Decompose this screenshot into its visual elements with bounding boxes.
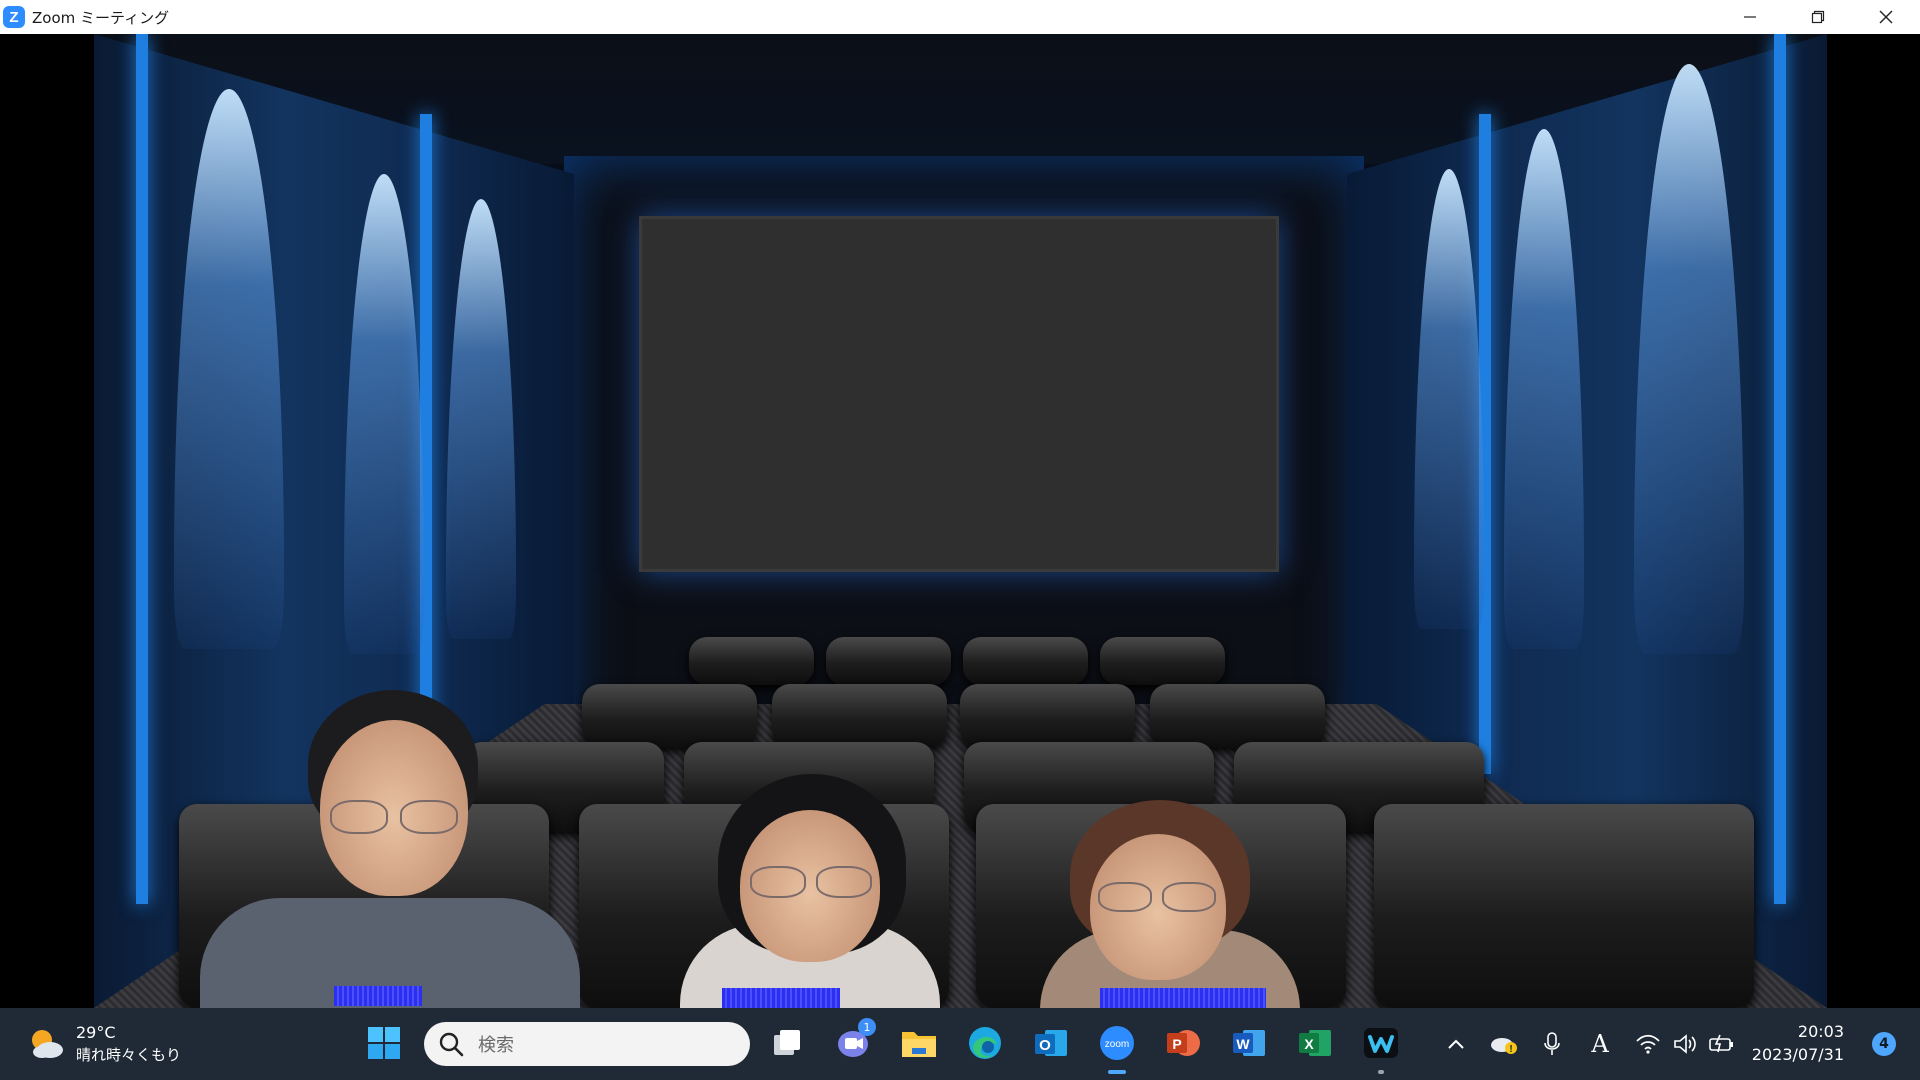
speaker-icon xyxy=(1674,1034,1696,1054)
theater-seat xyxy=(1150,684,1325,748)
glasses xyxy=(816,866,872,898)
wifi-button[interactable] xyxy=(1632,1028,1664,1060)
close-icon xyxy=(1879,10,1893,24)
svg-text:O: O xyxy=(1039,1037,1051,1054)
weather-widget[interactable]: 29°C 晴れ時々くもり xyxy=(28,1022,181,1066)
search-icon xyxy=(439,1032,464,1057)
chevron-up-icon xyxy=(1448,1039,1464,1049)
zoom-logo-icon: Z xyxy=(3,6,25,28)
taskbar: 29°C 晴れ時々くもり 検索 1 O zoom P W X ! A 20:03… xyxy=(0,1008,1920,1080)
windows-logo-icon xyxy=(368,1027,400,1059)
participant-video[interactable] xyxy=(1020,800,1320,1008)
light-strip xyxy=(420,114,432,774)
restore-icon xyxy=(1811,10,1825,24)
teams-chat-button[interactable]: 1 xyxy=(832,1018,876,1064)
theater-seat xyxy=(963,637,1088,685)
glasses xyxy=(400,800,458,834)
microphone-icon xyxy=(1544,1032,1560,1055)
active-indicator xyxy=(1108,1070,1126,1074)
task-view-button[interactable] xyxy=(766,1022,808,1064)
excel-icon: X xyxy=(1299,1030,1331,1056)
excel-button[interactable]: X xyxy=(1294,1022,1336,1064)
task-view-icon xyxy=(774,1030,800,1055)
running-indicator xyxy=(1378,1070,1384,1074)
edge-button[interactable] xyxy=(964,1022,1006,1064)
svg-text:!: ! xyxy=(1509,1044,1512,1055)
battery-button[interactable] xyxy=(1706,1028,1738,1060)
participant-video[interactable] xyxy=(200,690,580,1008)
minimize-icon xyxy=(1744,16,1756,18)
clock[interactable]: 20:03 2023/07/31 xyxy=(1752,1020,1844,1066)
weather-description: 晴れ時々くもり xyxy=(76,1046,182,1064)
webex-icon xyxy=(1364,1028,1398,1058)
show-hidden-icons-button[interactable] xyxy=(1440,1028,1472,1060)
glasses xyxy=(1162,882,1216,912)
word-icon: W xyxy=(1233,1030,1265,1056)
title-bar: Z Zoom ミーティング xyxy=(0,0,1920,34)
volume-button[interactable] xyxy=(1670,1028,1702,1060)
notification-badge: 1 xyxy=(858,1018,876,1036)
webex-button[interactable] xyxy=(1360,1022,1402,1074)
powerpoint-button[interactable]: P xyxy=(1162,1022,1204,1064)
clock-time: 20:03 xyxy=(1797,1022,1844,1041)
search-box[interactable]: 検索 xyxy=(424,1022,750,1066)
theater-seat xyxy=(1100,637,1225,685)
restore-button[interactable] xyxy=(1784,0,1852,34)
theater-seat xyxy=(960,684,1135,748)
wifi-icon xyxy=(1636,1034,1660,1054)
meeting-view xyxy=(0,34,1920,1008)
weather-temperature: 29°C xyxy=(76,1023,116,1042)
light-strip xyxy=(136,34,148,904)
svg-text:X: X xyxy=(1304,1036,1314,1052)
svg-text:W: W xyxy=(1236,1036,1250,1052)
zoom-icon: zoom xyxy=(1100,1026,1134,1060)
glasses xyxy=(330,800,388,834)
notification-count-badge[interactable]: 4 xyxy=(1872,1032,1896,1056)
svg-text:P: P xyxy=(1172,1036,1181,1052)
theater-seat xyxy=(772,684,947,748)
participant-name-redacted xyxy=(722,988,840,1008)
window-title: Zoom ミーティング xyxy=(32,8,170,27)
battery-charging-icon xyxy=(1709,1034,1733,1053)
theater-seat xyxy=(689,637,814,685)
participant-name-redacted xyxy=(334,986,422,1006)
outlook-button[interactable]: O xyxy=(1030,1022,1072,1064)
onedrive-button[interactable]: ! xyxy=(1488,1028,1520,1060)
outlook-icon: O xyxy=(1035,1030,1067,1056)
folder-icon xyxy=(902,1032,936,1057)
search-placeholder: 検索 xyxy=(478,1035,514,1056)
microphone-button[interactable] xyxy=(1536,1028,1568,1060)
ime-indicator[interactable]: A xyxy=(1584,1028,1616,1060)
theater-seat xyxy=(826,637,951,685)
participant-video[interactable] xyxy=(640,774,980,1008)
clock-date: 2023/07/31 xyxy=(1751,1045,1844,1064)
projection-screen xyxy=(639,216,1279,572)
onedrive-warning-icon: ! xyxy=(1491,1038,1517,1055)
zoom-button[interactable]: zoom xyxy=(1096,1022,1138,1074)
glasses xyxy=(750,866,806,898)
close-button[interactable] xyxy=(1852,0,1920,34)
theater-seat xyxy=(1374,804,1754,1008)
theater-seat xyxy=(582,684,757,748)
glasses xyxy=(1098,882,1152,912)
light-strip xyxy=(1774,34,1786,904)
word-button[interactable]: W xyxy=(1228,1022,1270,1064)
minimize-button[interactable] xyxy=(1716,0,1784,34)
file-explorer-button[interactable] xyxy=(898,1022,940,1064)
participant-name-redacted xyxy=(1100,988,1266,1008)
edge-icon xyxy=(969,1027,1001,1059)
partly-cloudy-icon xyxy=(28,1026,64,1062)
svg-text:zoom: zoom xyxy=(1105,1039,1129,1050)
powerpoint-icon: P xyxy=(1167,1030,1200,1056)
start-button[interactable] xyxy=(363,1022,405,1064)
